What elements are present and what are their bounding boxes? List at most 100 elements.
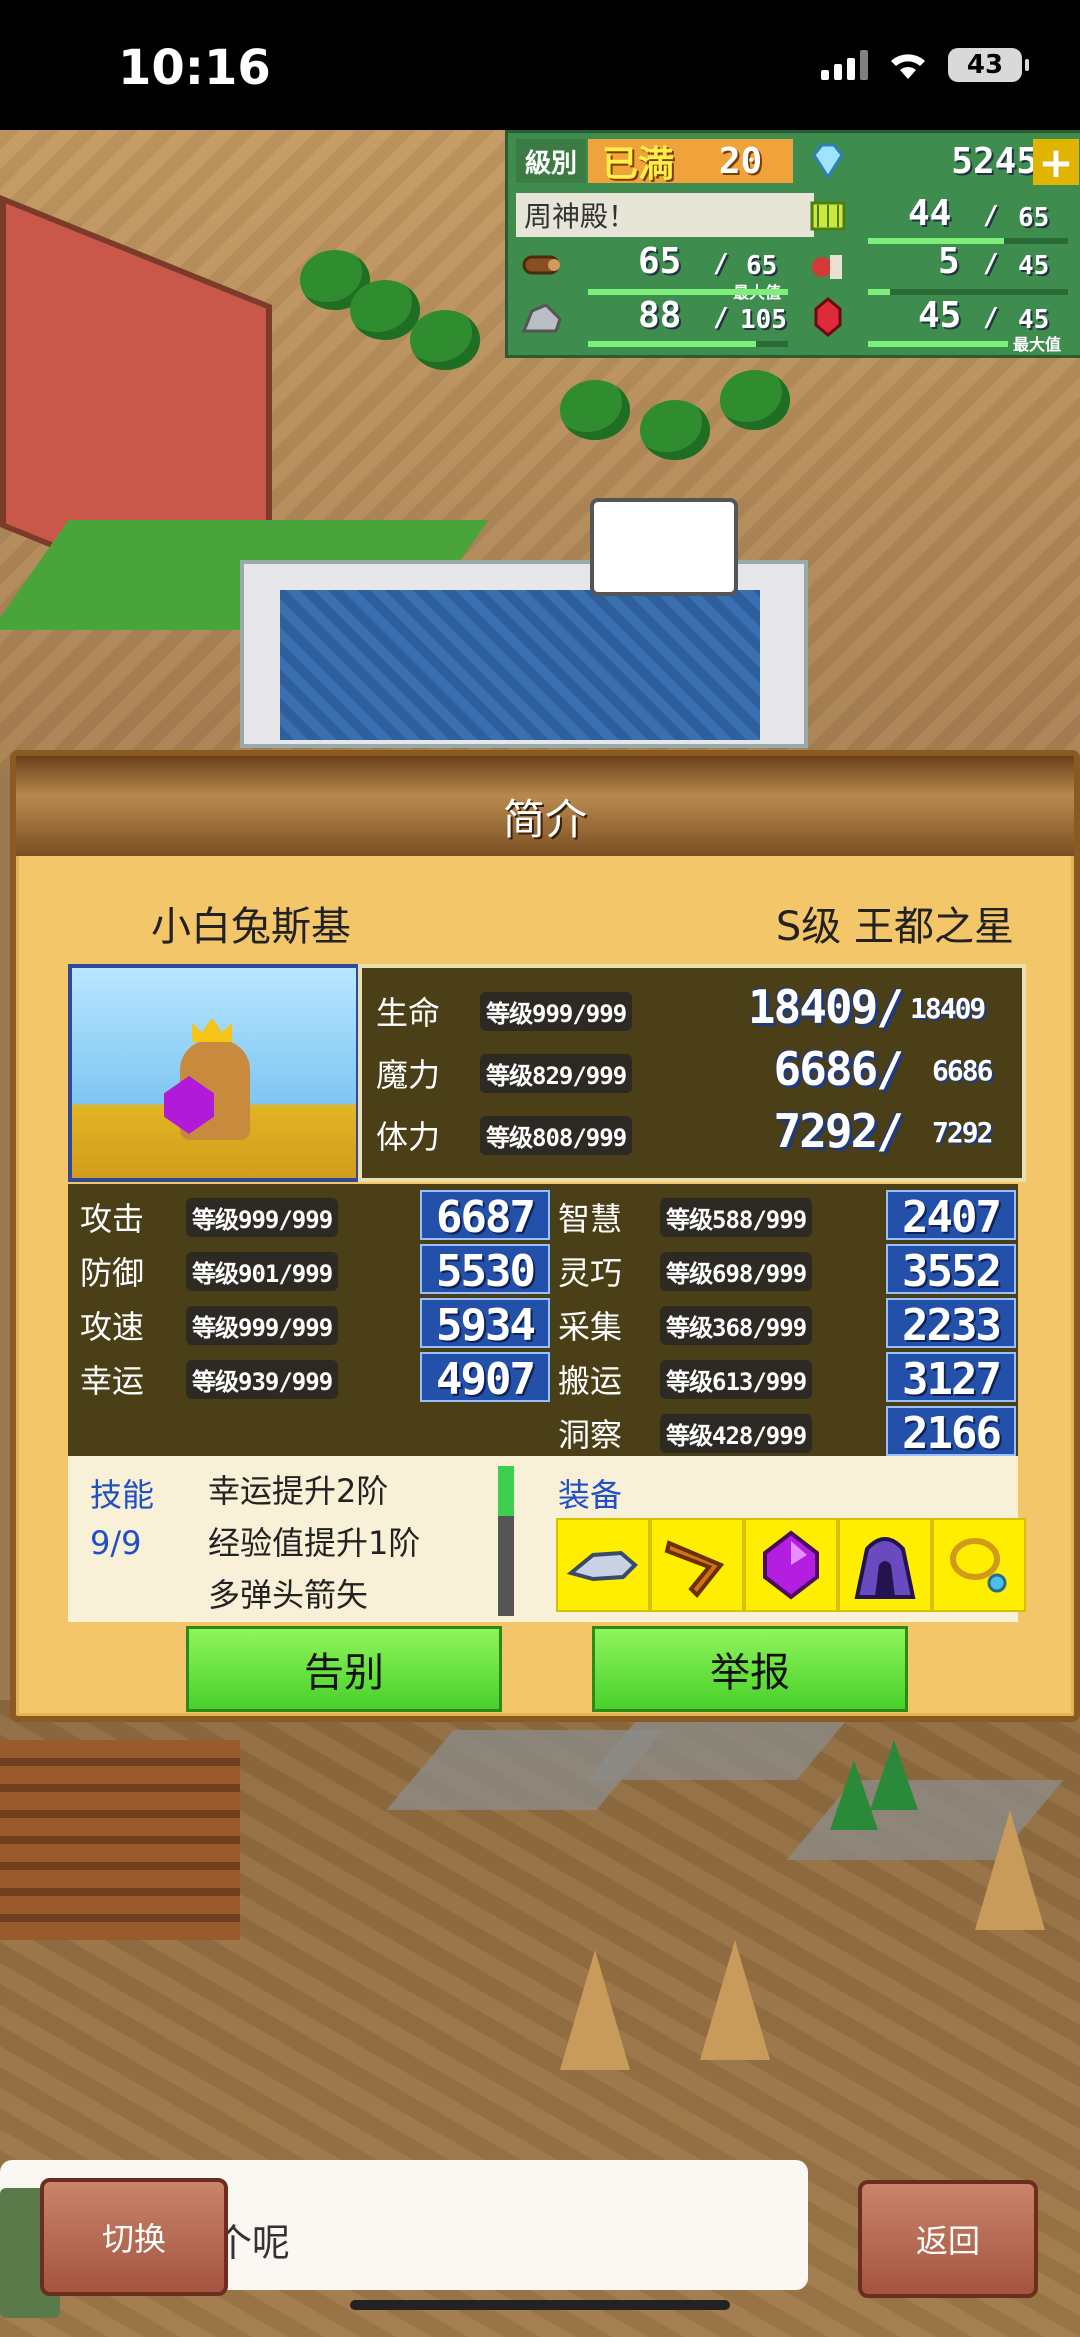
bush [720, 370, 790, 430]
grass-resource-icon [810, 201, 846, 231]
stat-level: 等级939/999 [186, 1360, 339, 1399]
level-status: 已満 [588, 139, 688, 185]
stat-value: 2166 [886, 1406, 1016, 1459]
diamond-icon [812, 143, 844, 180]
stat-label: 智慧 [558, 1200, 623, 1238]
stat-label: 搬运 [558, 1362, 623, 1400]
stat-label: 防御 [80, 1254, 145, 1292]
grass-bar [868, 238, 1068, 244]
hood-icon [854, 1537, 916, 1599]
boomerang-icon [664, 1540, 725, 1598]
stat-value: 2233 [886, 1298, 1016, 1351]
skills-count: 9/9 [90, 1524, 142, 1562]
stat-label: 洞察 [558, 1416, 623, 1454]
food-icon [812, 255, 842, 279]
stat-level: 等级999/999 [186, 1198, 339, 1237]
stat-value: 3127 [886, 1352, 1016, 1405]
wood-value: 65 [638, 241, 682, 282]
ore-bar [588, 341, 788, 347]
lumber-pile [0, 1740, 240, 1940]
equip-slot-boomerang[interactable] [650, 1518, 744, 1612]
gem-icon [763, 1530, 819, 1600]
vital-label: 体力 [376, 1118, 441, 1156]
wood-bar [588, 289, 788, 295]
farewell-button[interactable]: 告别 [186, 1626, 502, 1712]
vital-value: 6686/ [773, 1042, 904, 1096]
vital-level: 等级829/999 [480, 1054, 633, 1093]
stats-grid: 攻击 等级999/999 6687 防御 等级901/999 5530 攻速 等… [68, 1184, 1018, 1459]
stat-value: 2407 [886, 1190, 1016, 1243]
visitor-bubble-icon[interactable] [590, 498, 738, 596]
stat-level: 等级428/999 [660, 1414, 813, 1453]
stat-level: 等级368/999 [660, 1306, 813, 1345]
stat-level: 等级588/999 [660, 1198, 813, 1237]
stat-value: 6687 [420, 1190, 550, 1243]
ore-icon [521, 303, 562, 333]
stat-level: 等级698/999 [660, 1252, 813, 1291]
wood-sep: / [713, 249, 729, 279]
gems-count: 5245 [951, 141, 1038, 182]
switch-button[interactable]: 切换 [40, 2178, 228, 2296]
status-bar: 10:16 43 [0, 0, 1080, 130]
stat-level: 等级613/999 [660, 1360, 813, 1399]
necklace-icon [950, 1538, 1007, 1593]
bush [350, 280, 420, 340]
grass-sep: / [983, 201, 999, 231]
skills-equipment-area: 技能 9/9 幸运提升2阶 经验值提升1阶 多弹头箭矢 装备 [68, 1456, 1026, 1622]
grass-max: 65 [1018, 203, 1050, 233]
skills-scrollbar[interactable] [498, 1466, 514, 1616]
character-name: 小白兔斯基 [151, 904, 351, 950]
back-button[interactable]: 返回 [858, 2180, 1038, 2298]
wood-max: 65 [746, 251, 778, 281]
ore-max: 105 [740, 305, 787, 335]
stat-label: 攻击 [80, 1200, 145, 1238]
crystal-icon [814, 297, 842, 337]
stat-value: 5934 [420, 1298, 550, 1351]
grass-value: 44 [908, 193, 952, 234]
equip-slot-necklace[interactable] [932, 1518, 1026, 1612]
vital-max: 18409 [910, 992, 986, 1025]
bush [640, 400, 710, 460]
report-button[interactable]: 举报 [592, 1626, 908, 1712]
stat-value: 5530 [420, 1244, 550, 1297]
stat-label: 采集 [558, 1308, 623, 1346]
vital-row-mp: 魔力 等级829/999 6686/ 6686 [362, 1042, 1022, 1104]
rock-spire [975, 1810, 1045, 1930]
vital-level: 等级999/999 [480, 992, 633, 1031]
stat-value: 3552 [886, 1244, 1016, 1297]
character-rank: S级 王都之星 [775, 904, 1014, 950]
crown-icon [192, 1018, 232, 1042]
vital-level: 等级808/999 [480, 1116, 633, 1155]
crystal-bar [868, 341, 1008, 347]
stat-level: 等级901/999 [186, 1252, 339, 1291]
vital-row-hp: 生命 等级999/999 18409/ 18409 [362, 980, 1022, 1042]
skills-title: 技能 [90, 1476, 155, 1514]
equipment-title: 装备 [558, 1476, 623, 1514]
bush [410, 310, 480, 370]
vital-label: 魔力 [376, 1056, 441, 1094]
wood-icon [522, 255, 560, 275]
vital-max: 6686 [932, 1054, 993, 1087]
equip-slot-gem[interactable] [744, 1518, 838, 1612]
stat-label: 灵巧 [558, 1254, 623, 1292]
equip-slot-hood[interactable] [838, 1518, 932, 1612]
ore-value: 88 [638, 295, 682, 336]
stat-label: 幸运 [80, 1362, 145, 1400]
food-value: 5 [938, 241, 960, 282]
add-gems-button[interactable]: + [1033, 138, 1079, 187]
ore-sep: / [713, 303, 729, 333]
vital-row-stamina: 体力 等级808/999 7292/ 7292 [362, 1104, 1022, 1166]
level-label: 級別 [516, 139, 586, 183]
rock-spire [700, 1940, 770, 2060]
cellular-signal-icon [821, 50, 868, 80]
equip-slot-gauntlet[interactable] [556, 1518, 650, 1612]
skill-item: 多弹头箭矢 [208, 1576, 369, 1614]
home-indicator[interactable] [350, 2300, 730, 2310]
building-label: 周神殿！ [516, 193, 814, 237]
stat-level: 等级999/999 [186, 1306, 339, 1345]
pine-tree [870, 1740, 918, 1810]
crystal-max-note: 最大值 [1013, 335, 1062, 354]
stat-value: 4907 [420, 1352, 550, 1405]
resources-panel: 級別 已満 20 5245 + 周神殿！ 44 / 65 65 / 65 最大值… [505, 130, 1080, 358]
vital-value: 18409/ [747, 980, 904, 1034]
